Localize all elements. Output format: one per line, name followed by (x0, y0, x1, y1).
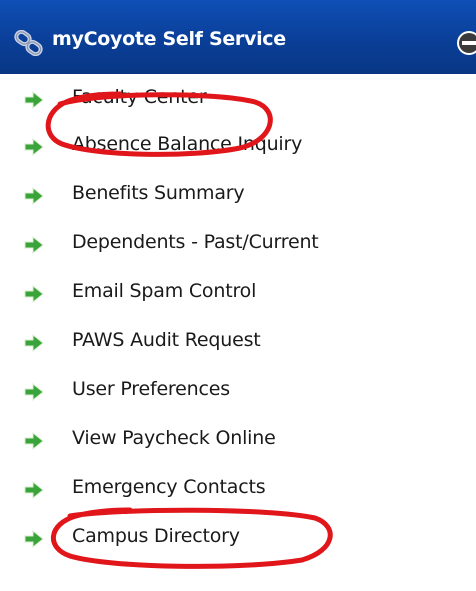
menu-item-label[interactable]: Dependents - Past/Current (72, 231, 319, 253)
green-arrow-icon (24, 285, 44, 303)
menu-item-benefits-summary[interactable]: Benefits Summary (0, 173, 476, 221)
green-arrow-icon (24, 383, 44, 401)
menu-item-label[interactable]: View Paycheck Online (72, 427, 276, 449)
menu-item-faculty-center[interactable]: Faculty Center (0, 77, 476, 125)
minus-circle-icon[interactable] (456, 30, 476, 56)
header-title: myCoyote Self Service (52, 28, 286, 50)
menu-item-paws-audit-request[interactable]: PAWS Audit Request (0, 320, 476, 368)
green-arrow-icon (24, 530, 44, 548)
green-arrow-icon (24, 432, 44, 450)
green-arrow-icon (24, 138, 44, 156)
menu-item-dependents[interactable]: Dependents - Past/Current (0, 222, 476, 270)
menu-item-absence-balance-inquiry[interactable]: Absence Balance Inquiry (0, 124, 476, 172)
menu-item-label[interactable]: Email Spam Control (72, 280, 256, 302)
menu-item-label[interactable]: Absence Balance Inquiry (72, 133, 302, 155)
green-arrow-icon (24, 91, 44, 109)
menu-item-label[interactable]: Campus Directory (72, 525, 240, 547)
chain-link-icon (14, 30, 43, 56)
menu-item-view-paycheck-online[interactable]: View Paycheck Online (0, 418, 476, 466)
green-arrow-icon (24, 187, 44, 205)
menu-item-campus-directory[interactable]: Campus Directory (0, 516, 476, 564)
portal-header: myCoyote Self Service (0, 0, 476, 74)
menu-item-user-preferences[interactable]: User Preferences (0, 369, 476, 417)
menu-item-email-spam-control[interactable]: Email Spam Control (0, 271, 476, 319)
menu-item-label[interactable]: PAWS Audit Request (72, 329, 261, 351)
menu-item-label[interactable]: Faculty Center (72, 86, 207, 108)
self-service-menu: Faculty Center Absence Balance Inquiry B… (0, 74, 476, 591)
green-arrow-icon (24, 334, 44, 352)
green-arrow-icon (24, 481, 44, 499)
menu-item-emergency-contacts[interactable]: Emergency Contacts (0, 467, 476, 515)
menu-item-label[interactable]: User Preferences (72, 378, 230, 400)
menu-item-label[interactable]: Benefits Summary (72, 182, 245, 204)
menu-item-label[interactable]: Emergency Contacts (72, 476, 266, 498)
green-arrow-icon (24, 236, 44, 254)
